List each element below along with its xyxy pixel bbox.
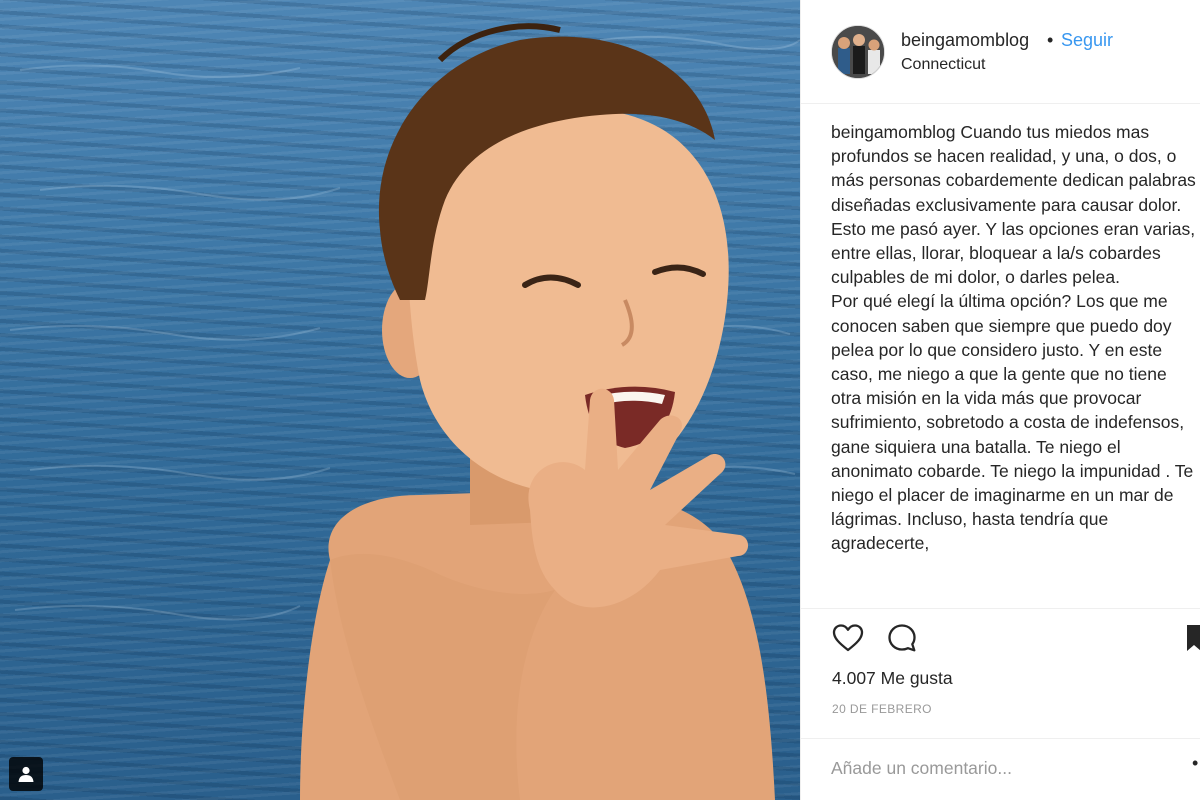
post-header: beingamomblog • Seguir Connecticut <box>801 0 1200 104</box>
bookmark-icon <box>1187 625 1200 651</box>
header-username[interactable]: beingamomblog <box>901 30 1029 51</box>
post-photo[interactable] <box>0 0 800 800</box>
follow-button[interactable]: Seguir <box>1061 30 1113 51</box>
like-button[interactable] <box>832 623 864 658</box>
user-tag-button[interactable] <box>9 757 43 791</box>
caption-text: Cuando tus miedos mas profundos se hacen… <box>831 122 1196 554</box>
caption-username[interactable]: beingamomblog <box>831 122 956 142</box>
comment-button[interactable] <box>887 623 917 658</box>
post-date[interactable]: 20 DE FEBRERO <box>832 702 932 716</box>
heart-icon <box>832 624 864 652</box>
header-separator: • <box>1047 30 1054 50</box>
caption: beingamomblog Cuando tus miedos mas prof… <box>831 120 1196 608</box>
post-side-panel: beingamomblog • Seguir Connecticut being… <box>800 0 1200 800</box>
location-link[interactable]: Connecticut <box>901 56 986 74</box>
avatar-image <box>832 26 884 78</box>
post-actions: 4.007 Me gusta 20 DE FEBRERO <box>801 608 1200 758</box>
save-button[interactable] <box>1187 625 1200 658</box>
user-tag-icon <box>18 766 34 782</box>
comment-bubble-icon <box>888 624 916 652</box>
likes-count[interactable]: 4.007 Me gusta <box>832 668 953 689</box>
avatar[interactable] <box>831 25 885 79</box>
more-options-icon[interactable]: • <box>1192 753 1198 774</box>
comment-bar: • <box>801 738 1200 800</box>
comment-input[interactable] <box>831 753 1171 783</box>
child-photo-illustration <box>9 23 800 800</box>
